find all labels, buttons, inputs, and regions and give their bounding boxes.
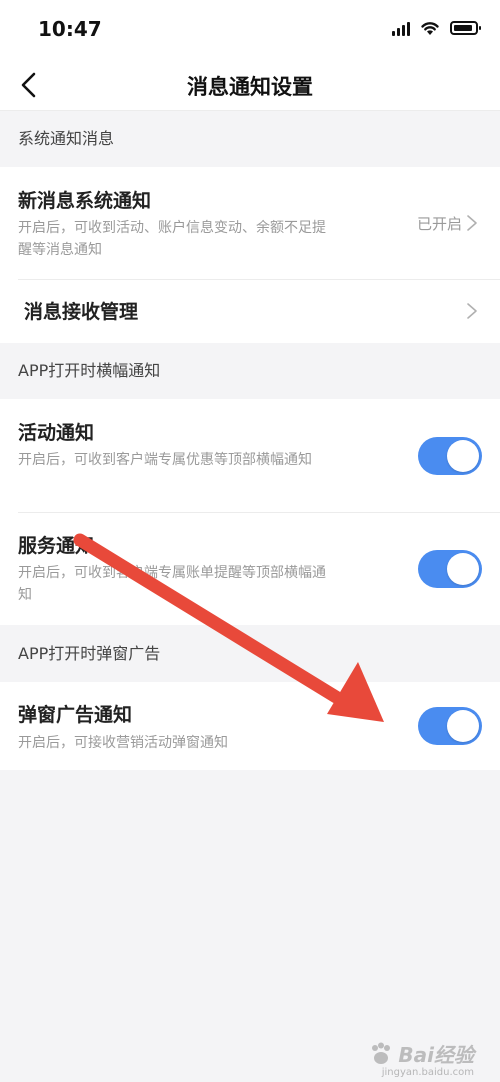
status-time: 10:47 <box>38 17 102 41</box>
section-header-system: 系统通知消息 <box>0 111 500 167</box>
row-service-notification: 服务通知 开启后，可收到客户端专属账单提醒等顶部横幅通知 <box>0 512 500 625</box>
chevron-right-icon <box>467 215 477 231</box>
paw-icon <box>372 1042 391 1064</box>
row-title: 活动通知 <box>18 422 95 444</box>
toggle-knob <box>447 553 479 585</box>
status-icons <box>392 20 481 36</box>
service-notification-toggle[interactable] <box>418 550 482 588</box>
watermark-logo: Bai经验 jingyan.baidu.com <box>368 1039 474 1078</box>
toggle-knob <box>447 440 479 472</box>
battery-icon <box>450 21 481 35</box>
row-desc: 开启后，可收到活动、账户信息变动、余额不足提醒等消息通知 <box>18 220 326 258</box>
row-title: 弹窗广告通知 <box>18 704 133 726</box>
row-desc: 开启后，可收到客户端专属账单提醒等顶部横幅通知 <box>18 565 326 603</box>
status-value: 已开启 <box>416 215 462 233</box>
page-title: 消息通知设置 <box>187 75 313 99</box>
card-banner: 活动通知 开启后，可收到客户端专属优惠等顶部横幅通知 服务通知 开启后，可收到客… <box>0 399 500 625</box>
section-header-banner: APP打开时横幅通知 <box>0 343 500 399</box>
card-popup: 弹窗广告通知 开启后，可接收营销活动弹窗通知 <box>0 682 500 770</box>
row-message-receive-management[interactable]: 消息接收管理 <box>0 279 500 343</box>
popup-ad-notification-toggle[interactable] <box>418 707 482 745</box>
activity-notification-toggle[interactable] <box>418 437 482 475</box>
row-desc: 开启后，可收到客户端专属优惠等顶部横幅通知 <box>18 452 312 468</box>
card-system: 新消息系统通知 开启后，可收到活动、账户信息变动、余额不足提醒等消息通知 已开启… <box>0 167 500 343</box>
row-title: 新消息系统通知 <box>18 190 152 212</box>
chevron-right-icon <box>467 303 477 319</box>
wifi-icon <box>421 22 439 35</box>
row-title: 服务通知 <box>18 535 95 557</box>
section-header-popup: APP打开时弹窗广告 <box>0 626 500 682</box>
row-desc: 开启后，可接收营销活动弹窗通知 <box>18 735 228 751</box>
signal-icon <box>392 20 410 36</box>
row-activity-notification: 活动通知 开启后，可收到客户端专属优惠等顶部横幅通知 <box>0 399 500 512</box>
row-popup-ad-notification: 弹窗广告通知 开启后，可接收营销活动弹窗通知 <box>0 682 500 770</box>
status-bar: 10:47 <box>0 0 500 60</box>
toggle-knob <box>447 710 479 742</box>
watermark-sub: jingyan.baidu.com <box>381 1067 474 1078</box>
nav-bar: 消息通知设置 <box>0 60 500 111</box>
row-title: 消息接收管理 <box>24 301 139 323</box>
row-new-message-notification[interactable]: 新消息系统通知 开启后，可收到活动、账户信息变动、余额不足提醒等消息通知 已开启 <box>0 167 500 279</box>
watermark-text: Bai经验 <box>398 1043 474 1067</box>
